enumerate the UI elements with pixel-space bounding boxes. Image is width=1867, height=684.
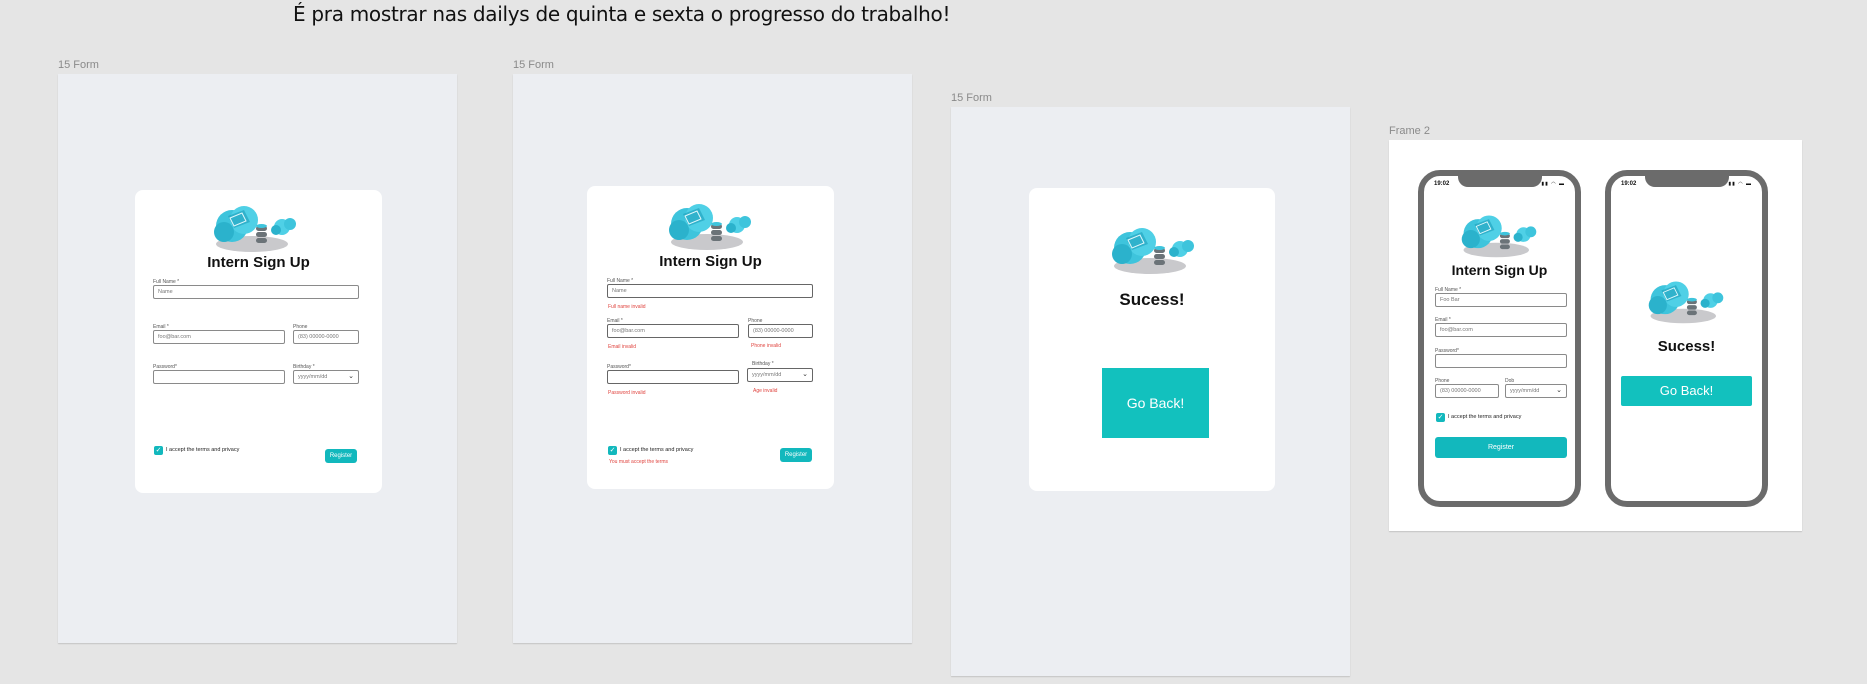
birthday-label: Birthday * <box>752 361 774 367</box>
status-icons: ▮▮ ◠ ▬ <box>1541 181 1565 187</box>
form-title: Intern Sign Up <box>659 253 762 270</box>
check-icon: ✓ <box>609 447 616 454</box>
terms-checkbox[interactable]: ✓ <box>154 446 163 455</box>
birthday-value: yyyy/mm/dd <box>752 372 782 378</box>
battery-icon: ▬ <box>1559 181 1565 187</box>
birthday-select[interactable]: yyyy/mm/dd ⌄ <box>747 368 813 382</box>
full-name-error: Full name invalid <box>608 304 646 310</box>
full-name-input[interactable]: Name <box>607 284 813 298</box>
phone-notch <box>1458 176 1542 187</box>
success-title: Sucess! <box>1657 338 1716 355</box>
register-button[interactable]: Register <box>780 448 812 462</box>
email-input[interactable]: foo@bar.com <box>607 324 739 338</box>
status-time: 19:02 <box>1434 181 1450 187</box>
check-icon: ✓ <box>155 447 162 454</box>
check-icon: ✓ <box>1437 414 1444 421</box>
phone-input[interactable]: (83) 00000-0000 <box>748 324 813 338</box>
frame-label-3: 15 Form <box>951 92 992 104</box>
terms-error: You must accept the terms <box>609 459 669 465</box>
phone-input[interactable]: (83) 00000-0000 <box>293 330 359 344</box>
wifi-icon: ◠ <box>1551 181 1557 187</box>
battery-icon: ▬ <box>1746 181 1752 187</box>
email-error: Email invalid <box>608 344 637 350</box>
phone-notch <box>1645 176 1729 187</box>
signal-icon: ▮▮ <box>1541 181 1549 187</box>
cloud-database-logo <box>210 200 300 255</box>
success-title: Sucess! <box>1119 290 1185 309</box>
form-title: Intern Sign Up <box>207 254 310 271</box>
frame-label-1: 15 Form <box>58 59 99 71</box>
signup-card-errors: Intern Sign Up Full Name * Name Full nam… <box>587 186 834 489</box>
age-error: Age invalid <box>753 388 778 394</box>
frame-label-2: 15 Form <box>513 59 554 71</box>
register-button[interactable]: Register <box>1435 437 1567 458</box>
frame-mobile: 19:02 ▮▮ ◠ ▬ Intern Sign Up Full Name * … <box>1389 140 1802 531</box>
form-title: Intern Sign Up <box>1451 262 1548 278</box>
cloud-database-logo <box>1108 222 1198 277</box>
phone-success: 19:02 ▮▮ ◠ ▬ Sucess! Go Back! <box>1605 170 1768 507</box>
signal-icon: ▮▮ <box>1728 181 1736 187</box>
birthday-value: yyyy/mm/dd <box>298 374 328 380</box>
cloud-database-logo <box>665 198 755 253</box>
birthday-select[interactable]: yyyy/mm/dd ⌄ <box>293 370 359 384</box>
terms-checkbox[interactable]: ✓ <box>1436 413 1445 422</box>
email-input[interactable]: foo@bar.com <box>153 330 285 344</box>
frame-success: Sucess! Go Back! <box>951 107 1350 676</box>
full-name-input[interactable]: Name <box>153 285 359 299</box>
go-back-button[interactable]: Go Back! <box>1621 376 1752 406</box>
terms-label: I accept the terms and privacy <box>1448 414 1522 420</box>
chevron-down-icon: ⌄ <box>802 371 808 378</box>
status-time: 19:02 <box>1621 181 1637 187</box>
phone-signup: 19:02 ▮▮ ◠ ▬ Intern Sign Up Full Name * … <box>1418 170 1581 507</box>
phone-error: Phone invalid <box>751 343 782 349</box>
status-icons: ▮▮ ◠ ▬ <box>1728 181 1752 187</box>
terms-checkbox[interactable]: ✓ <box>608 446 617 455</box>
chevron-down-icon: ⌄ <box>348 373 354 380</box>
chevron-down-icon: ⌄ <box>1556 387 1562 394</box>
signup-card: Intern Sign Up Full Name * Name Email * … <box>135 190 382 493</box>
success-card: Sucess! Go Back! <box>1029 188 1275 491</box>
password-input[interactable] <box>607 370 739 384</box>
register-button[interactable]: Register <box>325 449 357 463</box>
wifi-icon: ◠ <box>1738 181 1744 187</box>
frame-form-errors: Intern Sign Up Full Name * Name Full nam… <box>513 74 912 643</box>
dob-value: yyyy/mm/dd <box>1510 388 1540 394</box>
go-back-button[interactable]: Go Back! <box>1102 368 1209 438</box>
password-error: Password invalid <box>608 390 646 396</box>
frame-form-default: Intern Sign Up Full Name * Name Email * … <box>58 74 457 643</box>
phone-input[interactable]: (83) 00000-0000 <box>1435 384 1499 398</box>
annotation-note: É pra mostrar nas dailys de quinta e sex… <box>293 2 951 26</box>
terms-label: I accept the terms and privacy <box>166 447 240 453</box>
terms-label: I accept the terms and privacy <box>620 447 694 453</box>
cloud-database-logo <box>1454 210 1544 260</box>
password-input[interactable] <box>153 370 285 384</box>
dob-select[interactable]: yyyy/mm/dd ⌄ <box>1505 384 1567 398</box>
email-input[interactable]: foo@bar.com <box>1435 323 1567 337</box>
full-name-input[interactable]: Foo Bar <box>1435 293 1567 307</box>
password-input[interactable] <box>1435 354 1567 368</box>
frame-label-4: Frame 2 <box>1389 125 1430 137</box>
cloud-database-logo <box>1641 276 1731 326</box>
